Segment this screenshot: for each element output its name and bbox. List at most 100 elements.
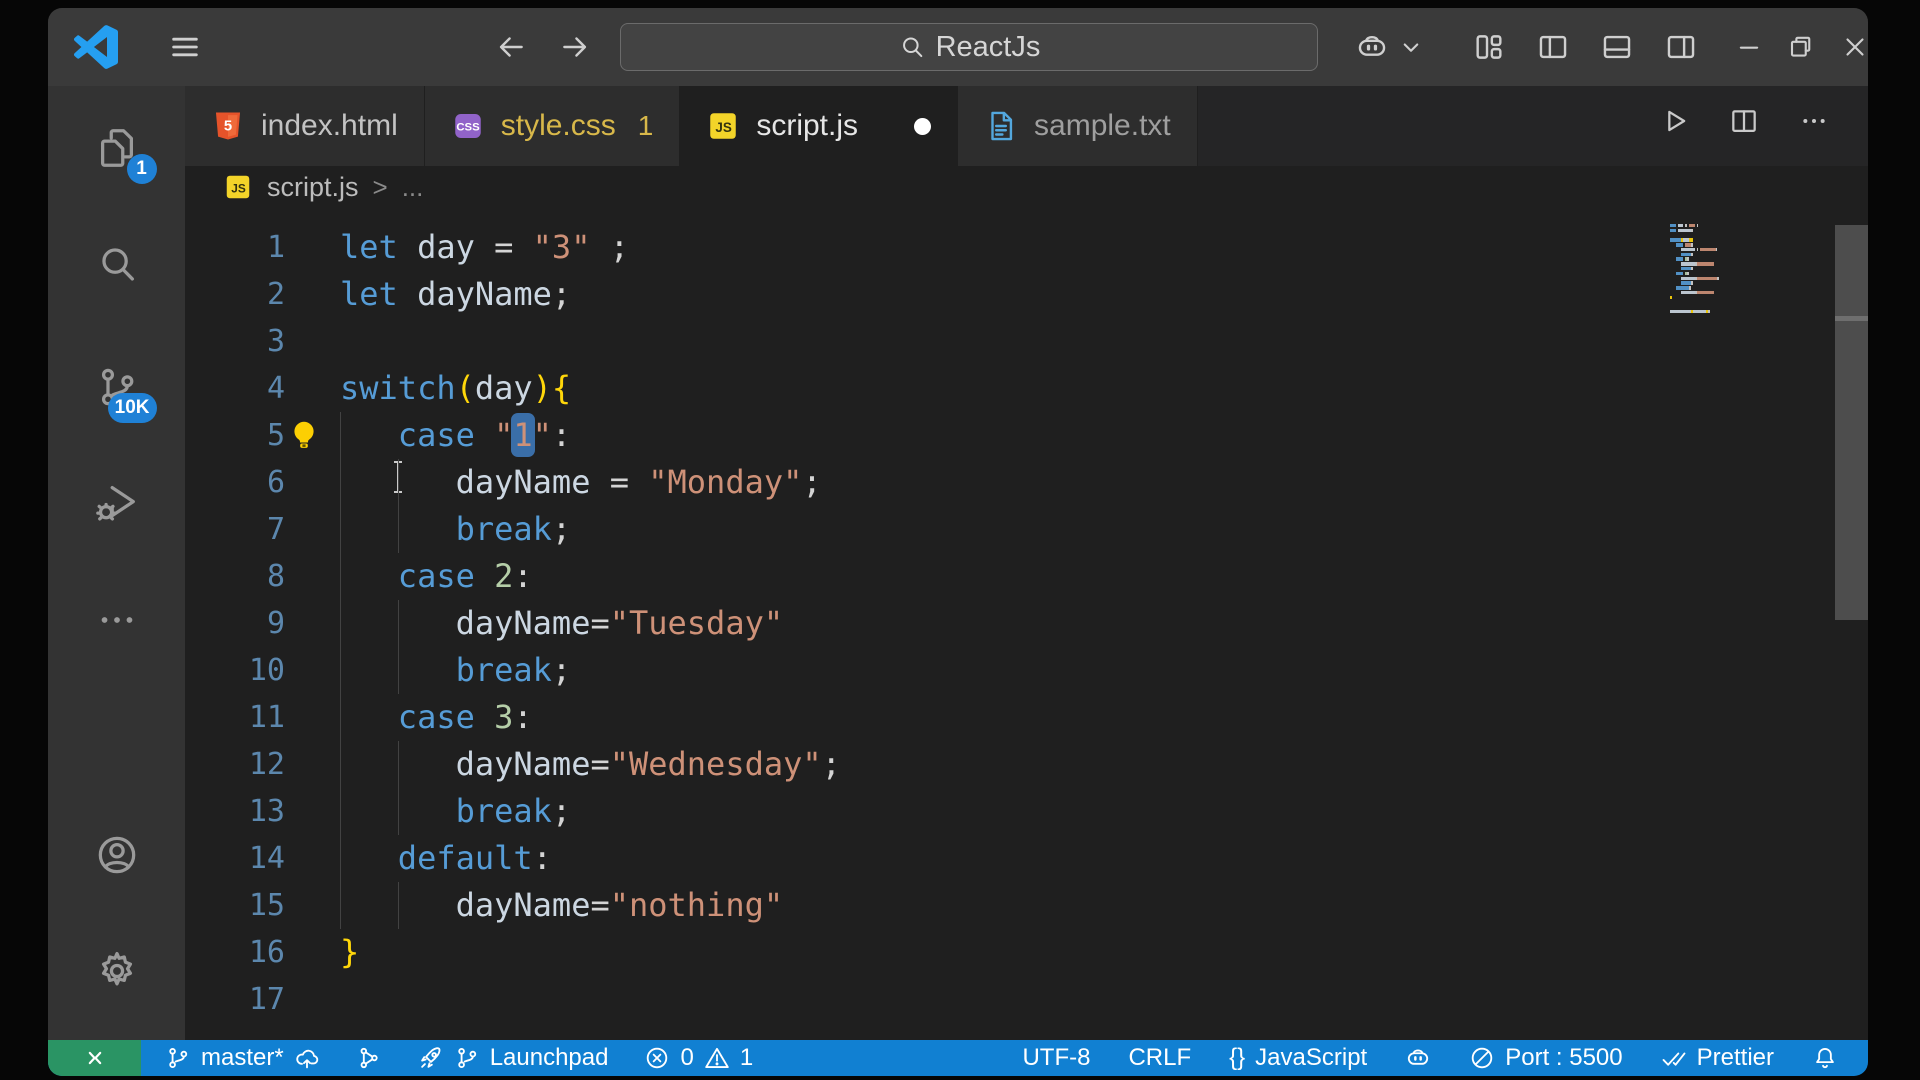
customize-layout-button[interactable] (1468, 26, 1510, 68)
breadcrumb-file[interactable]: script.js (267, 172, 359, 203)
tab-script-js[interactable]: JS script.js (680, 86, 959, 166)
minimize-button[interactable] (1728, 26, 1770, 68)
line-number: 2 (266, 277, 285, 312)
code-line[interactable]: 6 dayName = "Monday"; (185, 459, 1868, 506)
line-number: 5 (266, 418, 285, 453)
more-icon (101, 617, 132, 623)
sidebar-item-settings[interactable] (89, 943, 145, 999)
warning-icon (704, 1045, 730, 1071)
badge-explorer: 1 (126, 154, 157, 184)
sidebar-item-search[interactable] (89, 236, 145, 292)
code-line[interactable]: 3 (185, 318, 1868, 365)
code-line[interactable]: 5 case "1": (185, 412, 1868, 459)
code-line[interactable]: 16} (185, 929, 1868, 976)
code-line[interactable]: 2 let dayName; (185, 271, 1868, 318)
breadcrumb[interactable]: JS script.js > ... (185, 166, 1868, 208)
minimap-line (1670, 301, 1750, 304)
minimap-line (1670, 262, 1750, 266)
status-text: 0 (680, 1044, 694, 1071)
line-number: 13 (248, 794, 285, 829)
badge-source-control: 10K (107, 393, 157, 423)
minimap[interactable] (1670, 224, 1750, 315)
status-end-of-line[interactable]: CRLF (1128, 1044, 1191, 1072)
sidebar-item-more-views[interactable] (89, 592, 145, 648)
code-line[interactable]: 8 case 2: (185, 553, 1868, 600)
restore-button[interactable] (1780, 26, 1822, 68)
status-source-control-graph[interactable] (356, 1045, 382, 1071)
sidebar-item-source-control[interactable]: 10K (89, 359, 157, 423)
toggle-panel-button[interactable] (1596, 26, 1638, 68)
remote-indicator[interactable] (48, 1040, 141, 1076)
status-problems[interactable]: 01 (644, 1044, 753, 1072)
command-center-search[interactable]: ReactJs (620, 23, 1318, 71)
minimap-line (1670, 305, 1750, 308)
menu-button[interactable] (164, 26, 206, 68)
copilot-chevron-icon[interactable] (1396, 26, 1426, 68)
code-line[interactable]: 1 let day = "3" ; (185, 224, 1868, 271)
code-line[interactable]: 13 break; (185, 788, 1868, 835)
tab-sample-txt[interactable]: sample.txt (958, 86, 1198, 166)
indent-guide (397, 506, 399, 553)
indent-guide (397, 741, 399, 788)
sidebar-item-accounts[interactable] (89, 827, 145, 883)
close-button[interactable] (1834, 26, 1868, 68)
indent-guide (340, 553, 341, 600)
status-language-mode[interactable]: {} JavaScript (1229, 1044, 1367, 1072)
code-line[interactable]: 12 dayName="Wednesday"; (185, 741, 1868, 788)
minimap-line (1670, 234, 1750, 237)
editor-group: 5 index.html CSS style.css 1 JS script.js sampl… (185, 86, 1868, 1040)
txt-icon (984, 109, 1018, 143)
status-notifications[interactable] (1812, 1045, 1838, 1071)
forward-button[interactable] (554, 26, 596, 68)
code-text: dayName="Wednesday"; (455, 745, 841, 783)
status-text: 1 (739, 1044, 754, 1071)
sidebar-item-explorer[interactable]: 1 (89, 120, 157, 184)
double-check-icon (1661, 1045, 1687, 1071)
line-number: 17 (248, 982, 285, 1017)
status-copilot-status[interactable] (1405, 1045, 1431, 1071)
line-number: 8 (266, 559, 285, 594)
toggle-secondary-sidebar-button[interactable] (1660, 26, 1702, 68)
status-bar-right: UTF-8 CRLF {} JavaScript Port : 5500 Prettier (1022, 1044, 1868, 1072)
line-number: 3 (266, 324, 285, 359)
code-line[interactable]: 11 case 3: (185, 694, 1868, 741)
copilot-icon (1405, 1045, 1431, 1071)
back-button[interactable] (490, 26, 532, 68)
code-line[interactable]: 17 (185, 976, 1868, 1023)
code-editor[interactable]: 1 let day = "3" ; 2 let dayName; 3 4 switch(da… (185, 208, 1868, 1040)
line-number: 15 (248, 888, 285, 923)
minimap-line (1670, 295, 1750, 300)
indent-guide (340, 741, 341, 788)
split-editor-button[interactable] (1728, 105, 1770, 147)
svg-text:5: 5 (224, 118, 232, 134)
vscode-logo-icon[interactable] (74, 25, 118, 69)
status-git-branch[interactable]: master* (165, 1044, 320, 1072)
status-bar-left: master* Launchpad 0 1 (141, 1044, 753, 1072)
tab-style-css[interactable]: CSS style.css 1 (424, 86, 681, 166)
code-text: break; (455, 510, 572, 548)
copilot-button[interactable] (1351, 26, 1393, 68)
sidebar-item-run-and-debug[interactable] (89, 474, 145, 530)
status-launchpad[interactable]: Launchpad (418, 1044, 608, 1072)
code-line[interactable]: 4 switch(day){ (185, 365, 1868, 412)
code-line[interactable]: 14 default: (185, 835, 1868, 882)
status-prettier[interactable]: Prettier (1661, 1044, 1774, 1072)
code-line[interactable]: 7 break; (185, 506, 1868, 553)
code-line[interactable]: 9 dayName="Tuesday" (185, 600, 1868, 647)
line-number: 4 (266, 371, 285, 406)
status-encoding[interactable]: UTF-8 (1022, 1044, 1090, 1072)
status-text: Port : 5500 (1505, 1044, 1623, 1071)
breadcrumb-more[interactable]: ... (402, 172, 424, 203)
run-file-button[interactable] (1658, 105, 1700, 147)
code-line[interactable]: 10 break; (185, 647, 1868, 694)
search-icon (898, 33, 926, 61)
toggle-primary-sidebar-button[interactable] (1532, 26, 1574, 68)
tab-index-html[interactable]: 5 index.html (185, 86, 425, 166)
lightbulb-icon[interactable] (285, 417, 323, 455)
status-live-server-port[interactable]: Port : 5500 (1469, 1044, 1623, 1072)
more-actions-button[interactable] (1798, 105, 1840, 147)
bell-icon (1812, 1045, 1838, 1071)
code-line[interactable]: 15 dayName="nothing" (185, 882, 1868, 929)
editor-actions (1658, 86, 1840, 166)
modified-dot-icon[interactable] (914, 117, 932, 135)
